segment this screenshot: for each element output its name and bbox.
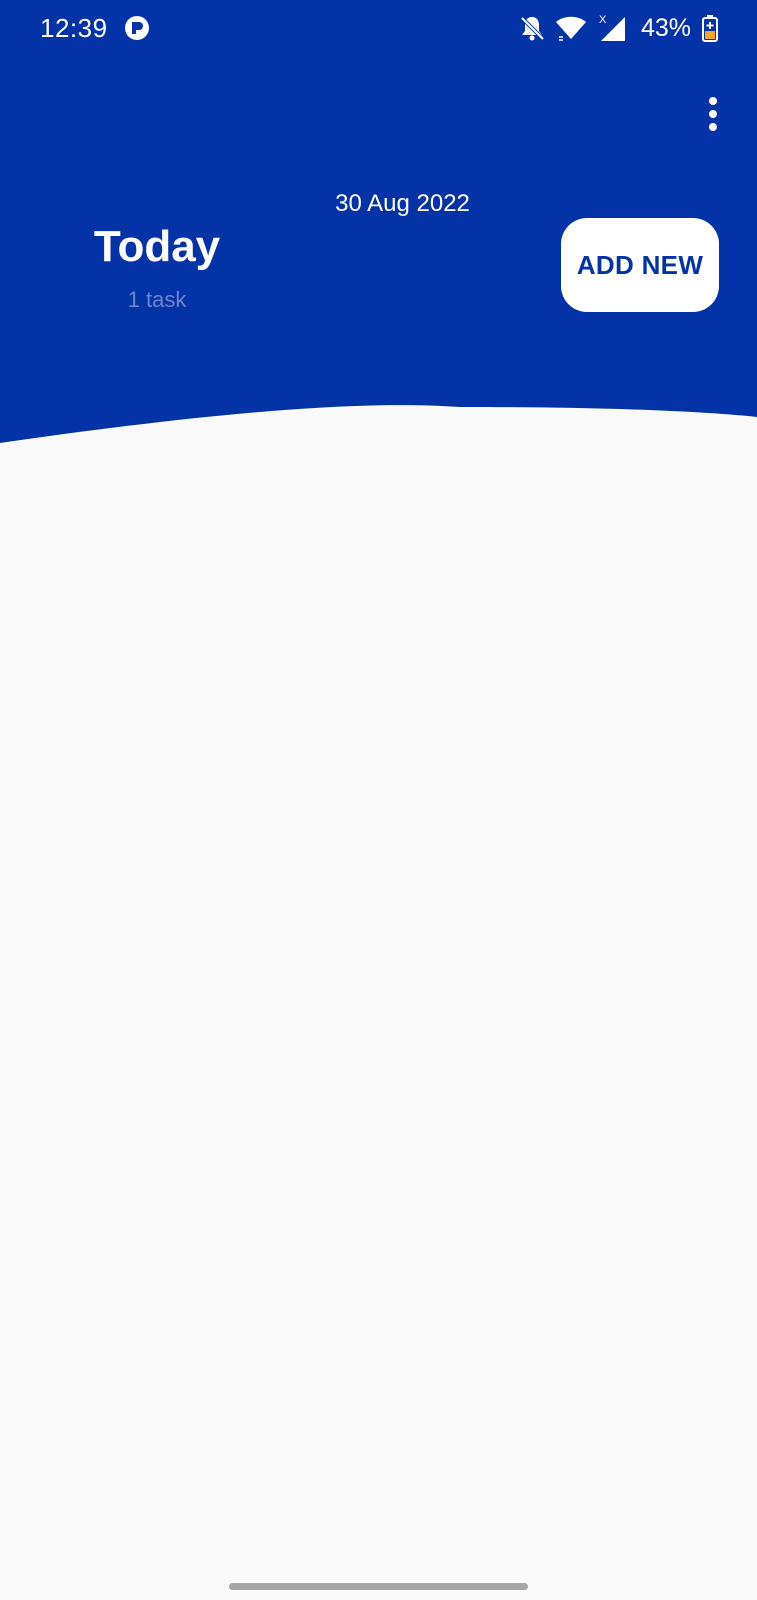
more-options-button[interactable] — [693, 90, 733, 138]
task-count: 1 task — [127, 287, 187, 312]
status-icons: X 43% — [519, 12, 719, 44]
page-title: Today — [93, 222, 221, 271]
wifi-icon — [555, 16, 586, 41]
app-indicator-icon — [125, 16, 149, 40]
task-list — [0, 455, 757, 1575]
add-new-button[interactable]: ADD NEW — [561, 218, 719, 312]
current-date: 30 Aug 2022 — [335, 190, 470, 217]
battery-charging-icon — [702, 15, 718, 42]
bell-off-icon — [520, 16, 545, 41]
status-time: 12:39 — [40, 13, 108, 43]
cell-signal-icon: X — [599, 14, 625, 41]
status-bar: 12:39 X 43% — [0, 0, 757, 56]
signal-badge: X — [599, 14, 607, 26]
gesture-navigation-bar[interactable] — [229, 1583, 528, 1590]
header-wave-divider — [0, 405, 757, 455]
battery-percentage: 43% — [640, 13, 691, 42]
more-vertical-icon — [709, 97, 717, 105]
